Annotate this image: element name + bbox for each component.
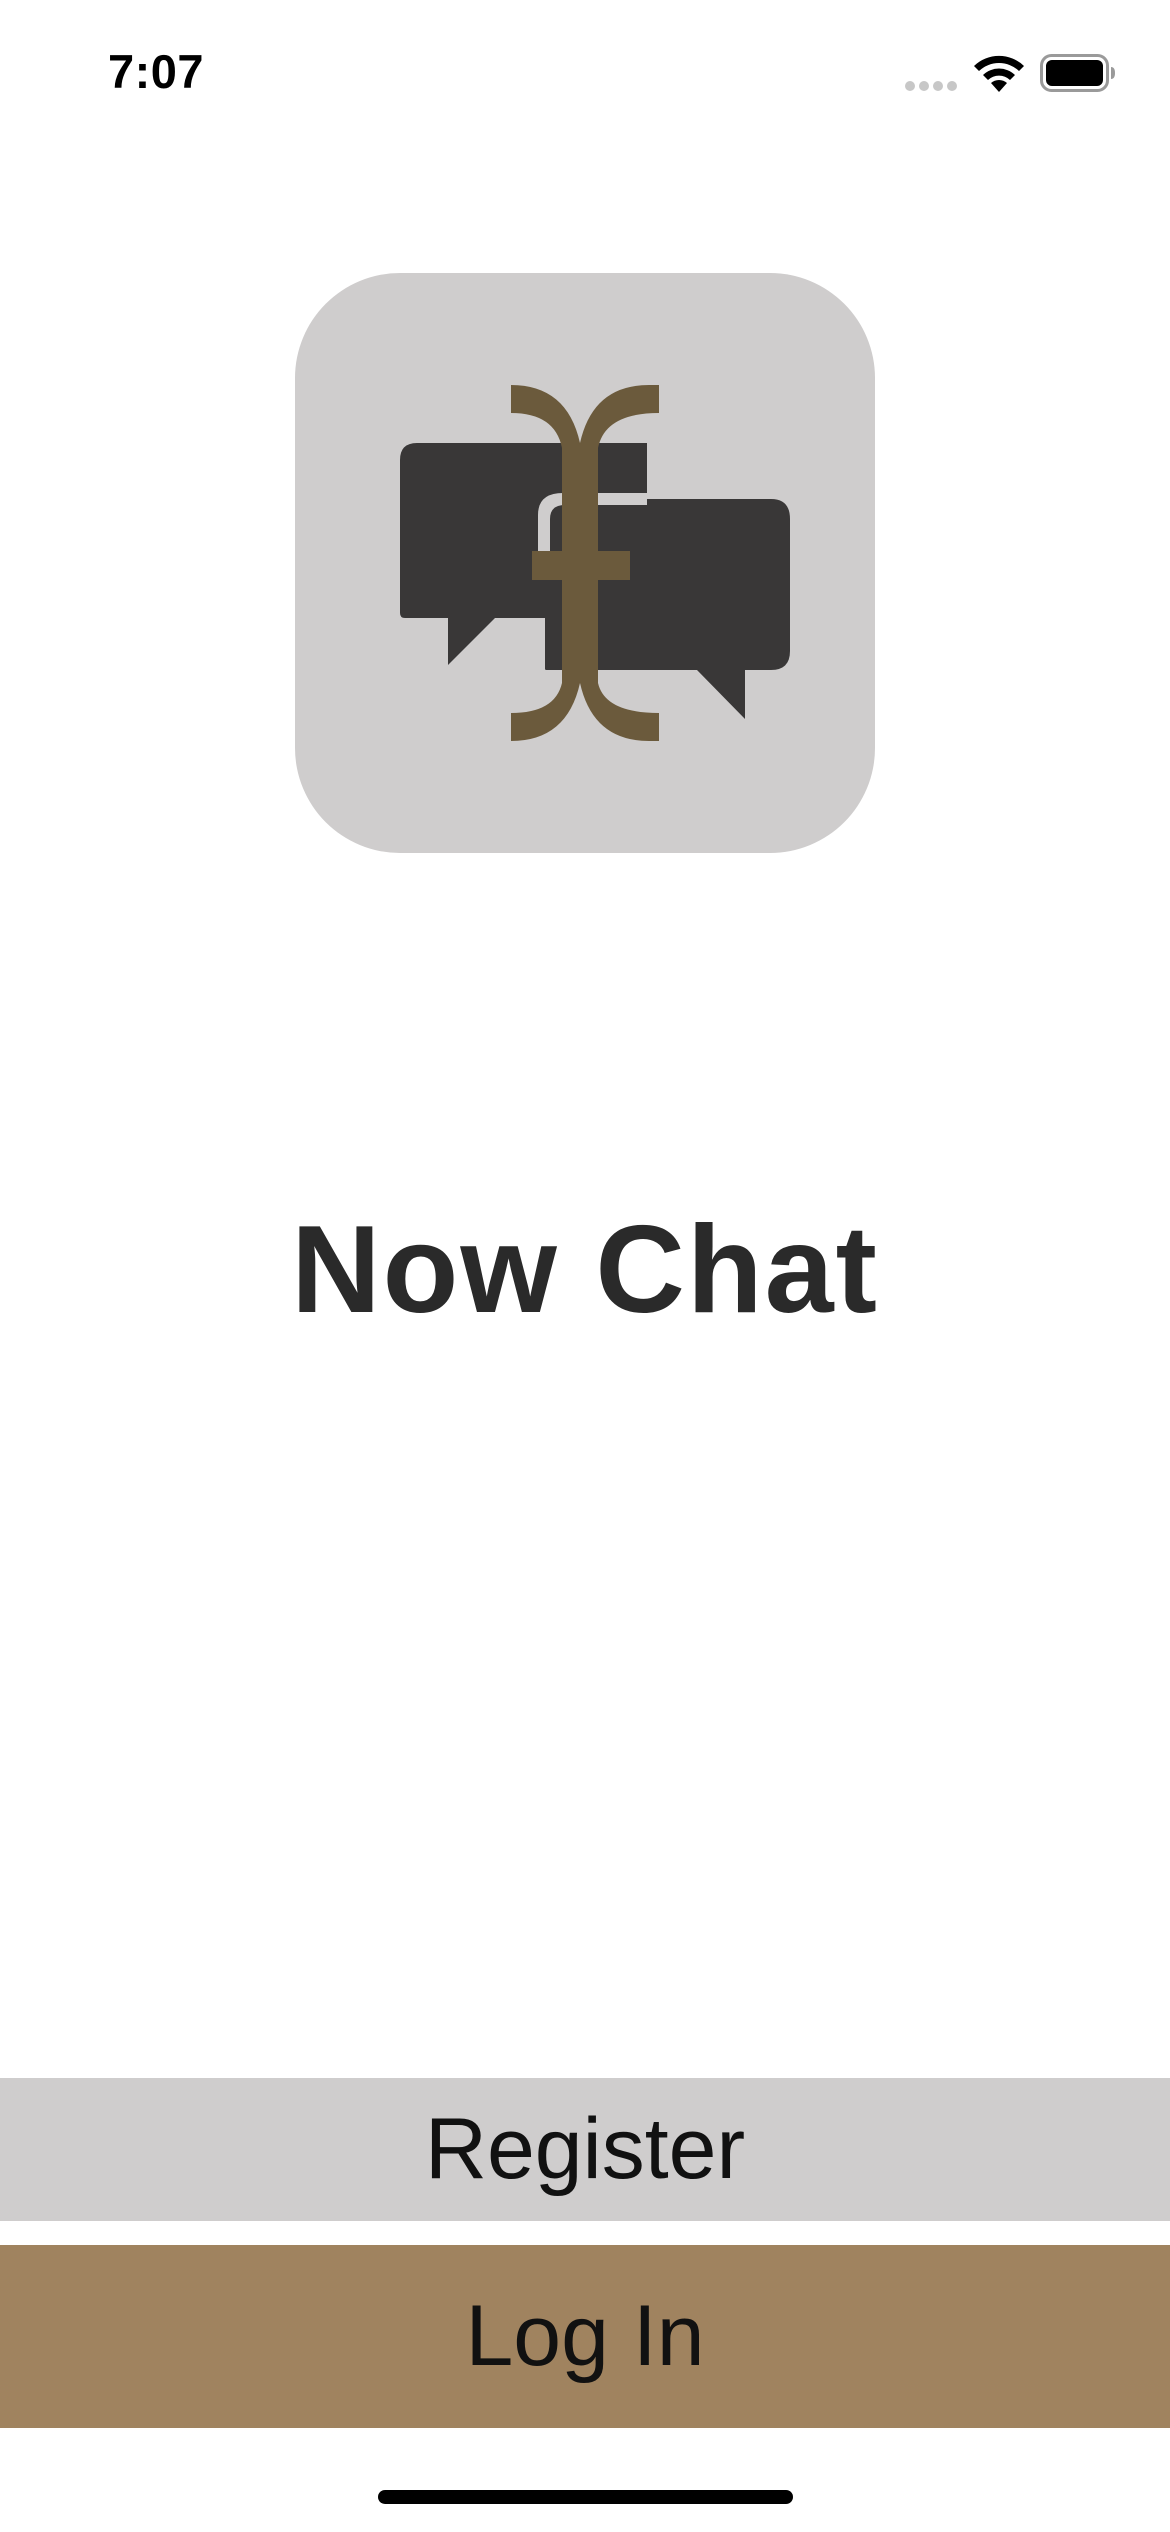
login-button[interactable]: Log In bbox=[0, 2245, 1170, 2428]
welcome-screen: 7:07 Now Chat Register Log In bbox=[0, 0, 1170, 2532]
home-indicator[interactable] bbox=[378, 2490, 793, 2504]
battery-icon bbox=[1040, 54, 1115, 92]
register-button[interactable]: Register bbox=[0, 2078, 1170, 2221]
cellular-signal-icon bbox=[905, 81, 957, 91]
wifi-icon bbox=[974, 55, 1024, 92]
app-title: Now Chat bbox=[291, 1201, 879, 1339]
status-time: 7:07 bbox=[108, 45, 205, 98]
app-logo bbox=[295, 273, 875, 853]
status-bar: 7:07 bbox=[0, 0, 1170, 150]
now-chat-logo-icon bbox=[400, 385, 790, 741]
